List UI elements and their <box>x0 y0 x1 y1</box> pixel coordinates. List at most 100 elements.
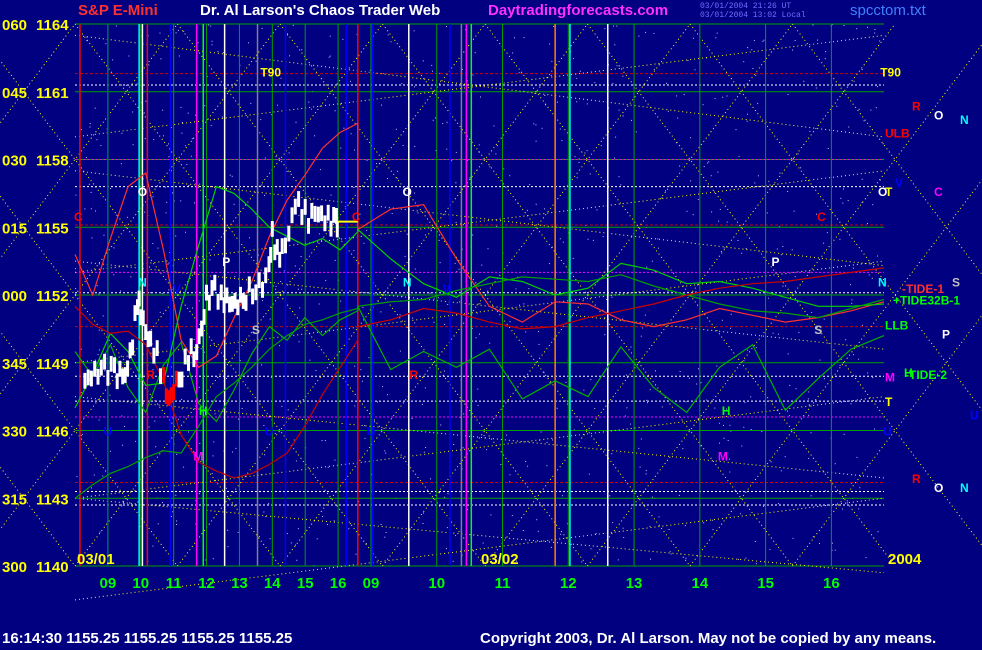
star-dot <box>232 451 233 453</box>
star-dot <box>126 216 128 218</box>
star-dot <box>551 60 553 62</box>
star-dot <box>204 105 206 107</box>
star-dot <box>527 465 529 467</box>
star-dot <box>523 303 525 305</box>
star-dot <box>437 297 439 299</box>
star-dot <box>433 321 435 323</box>
star-dot <box>430 478 431 480</box>
star-dot <box>614 44 616 46</box>
star-dot <box>113 274 115 276</box>
star-dot <box>653 32 655 34</box>
star-dot <box>186 164 188 165</box>
right-label: N <box>878 275 887 289</box>
star-dot <box>248 42 249 44</box>
star-dot <box>424 234 426 236</box>
star-dot <box>364 437 366 439</box>
star-dot <box>258 536 260 538</box>
star-dot <box>750 429 752 430</box>
star-dot <box>185 145 186 147</box>
price-bar <box>323 215 327 232</box>
star-dot <box>121 415 123 417</box>
star-dot <box>823 318 825 320</box>
star-dot <box>348 528 350 530</box>
star-dot <box>269 318 271 320</box>
star-dot <box>319 169 321 171</box>
star-dot <box>562 241 564 243</box>
price-bar <box>307 218 310 234</box>
star-dot <box>574 156 576 158</box>
star-dot <box>808 458 810 459</box>
file-name: spcctom.txt <box>850 2 926 19</box>
star-dot <box>528 288 530 290</box>
star-dot <box>553 25 555 27</box>
star-dot <box>839 365 841 366</box>
star-dot <box>211 44 213 46</box>
star-dot <box>850 403 852 405</box>
star-dot <box>561 140 563 142</box>
star-dot <box>811 311 813 313</box>
star-dot <box>132 144 134 146</box>
star-dot <box>362 307 364 309</box>
star-dot <box>726 95 728 97</box>
star-dot <box>88 450 90 452</box>
star-dot <box>519 304 520 306</box>
star-dot <box>152 196 154 198</box>
star-dot <box>753 39 755 41</box>
star-dot <box>89 123 91 124</box>
star-dot <box>581 561 583 563</box>
star-dot <box>698 368 699 370</box>
star-dot <box>535 124 537 126</box>
star-dot <box>295 460 297 462</box>
star-dot <box>579 70 581 72</box>
date-label: 2004 <box>888 551 922 568</box>
star-dot <box>824 58 826 60</box>
star-dot <box>827 148 829 149</box>
right-label: M <box>885 370 895 384</box>
price-bar <box>270 221 274 237</box>
star-dot <box>289 171 291 172</box>
star-dot <box>212 558 214 560</box>
y-tick-label-angle: 315 <box>2 491 27 508</box>
star-dot <box>652 496 653 498</box>
star-dot <box>696 383 698 385</box>
star-dot <box>650 558 651 560</box>
chart-marker: H <box>722 404 731 418</box>
star-dot <box>190 155 192 157</box>
x-tick-label: 14 <box>691 575 708 592</box>
star-dot <box>261 27 263 29</box>
star-dot <box>136 83 138 85</box>
star-dot <box>877 255 879 257</box>
star-dot <box>477 404 479 406</box>
star-dot <box>716 32 718 34</box>
star-dot <box>747 113 748 115</box>
price-bar <box>316 206 320 223</box>
star-dot <box>384 536 386 538</box>
star-dot <box>768 180 770 182</box>
star-dot <box>194 202 195 204</box>
star-dot <box>328 56 330 58</box>
star-dot <box>340 300 342 302</box>
star-dot <box>263 511 265 513</box>
price-bar <box>189 338 193 355</box>
chart-marker: S <box>814 323 822 337</box>
star-dot <box>250 102 252 104</box>
star-dot <box>160 58 162 60</box>
price-bar <box>83 372 87 389</box>
star-dot <box>75 288 77 290</box>
star-dot <box>159 311 161 313</box>
star-dot <box>80 435 82 437</box>
star-dot <box>168 156 170 158</box>
star-dot <box>327 466 329 468</box>
chart-marker: M <box>718 449 728 463</box>
star-dot <box>882 143 884 145</box>
star-dot <box>489 342 491 344</box>
y-tick-label-price: 1143 <box>36 491 69 508</box>
price-bar <box>207 294 211 311</box>
chart-marker: U <box>265 425 274 439</box>
star-dot <box>640 335 642 337</box>
star-dot <box>667 110 669 112</box>
star-dot <box>649 389 651 391</box>
star-dot <box>861 202 863 204</box>
star-dot <box>91 487 92 489</box>
site-link[interactable]: Daytradingforecasts.com <box>488 2 668 19</box>
